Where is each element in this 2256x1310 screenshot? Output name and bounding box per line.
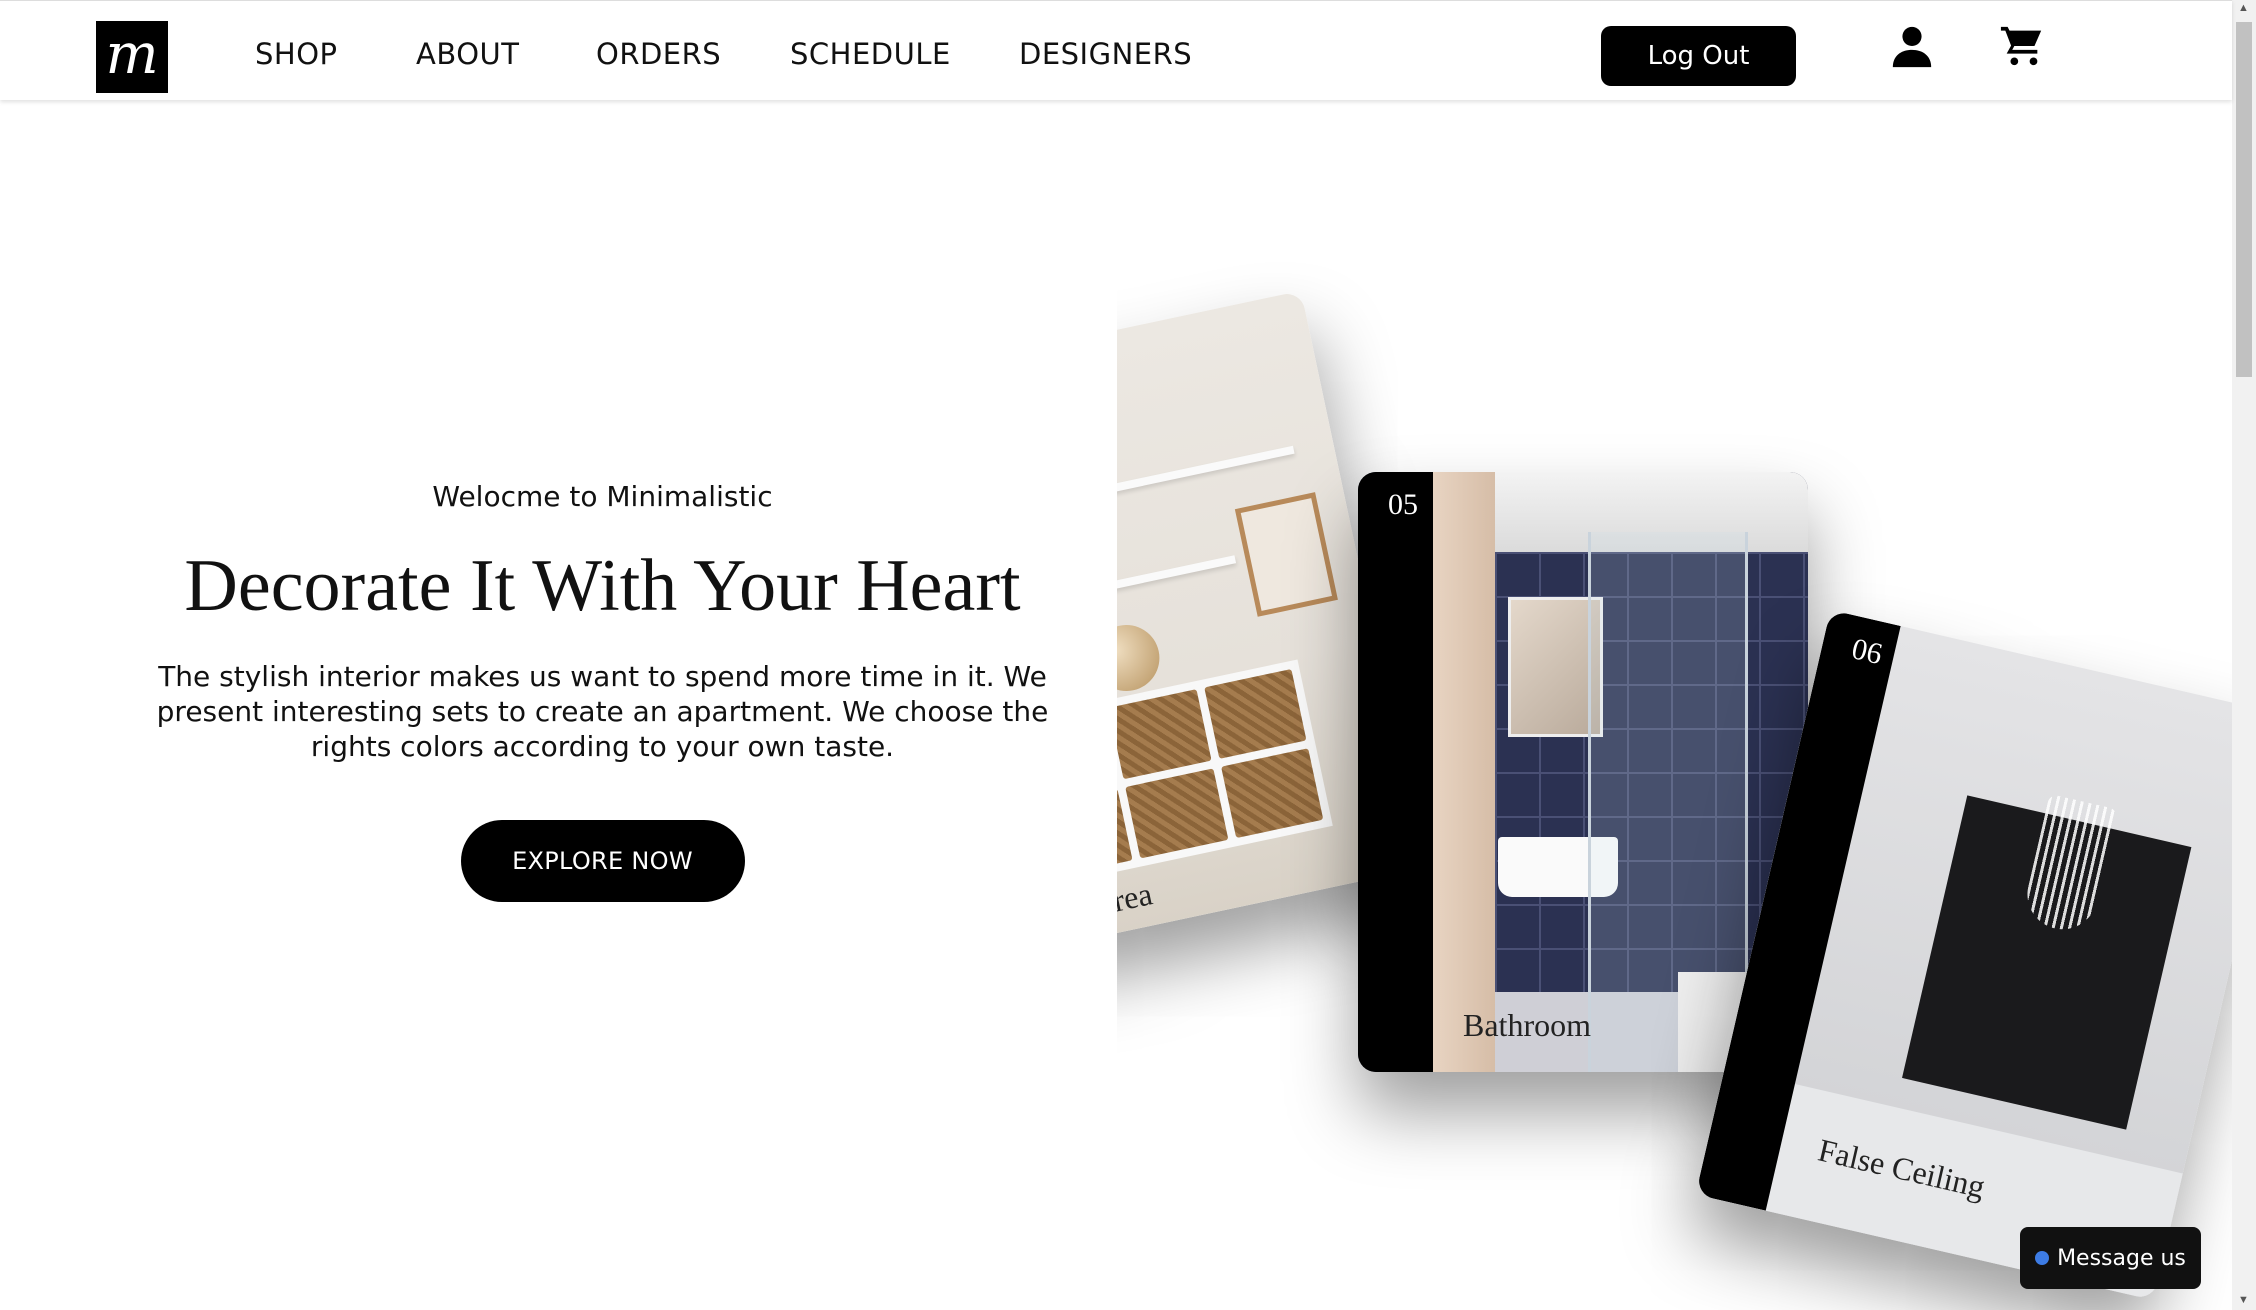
cart-icon[interactable]	[1999, 23, 2045, 69]
card-caption-kids: Kids Area	[1117, 875, 1156, 937]
message-us-button[interactable]: Message us	[2020, 1227, 2201, 1289]
kids-alphabet-poster	[1234, 492, 1338, 617]
kids-globe	[1117, 618, 1166, 698]
logout-button[interactable]: Log Out	[1601, 26, 1796, 86]
hero-kicker: Welocme to Minimalistic	[432, 480, 773, 513]
room-gallery: Kids Area 05 Bathroom 06 False Ceiling	[1117, 100, 2232, 1310]
kids-basket-shelf	[1117, 659, 1333, 889]
card-number-05: 05	[1388, 488, 1418, 521]
kids-shelf	[1117, 555, 1237, 605]
nav-shop[interactable]: SHOP	[255, 37, 338, 71]
scroll-down-arrow-icon[interactable]: ▼	[2238, 1294, 2249, 1306]
scroll-up-arrow-icon[interactable]: ▲	[2238, 2, 2249, 14]
card-caption-bathroom: Bathroom	[1463, 1007, 1591, 1043]
hero-description: The stylish interior makes us want to sp…	[156, 660, 1049, 763]
message-us-label: Message us	[2057, 1245, 2186, 1271]
hero-section: Welocme to Minimalistic Decorate It With…	[100, 480, 1105, 902]
explore-now-button[interactable]: EXPLORE NOW	[460, 820, 745, 902]
gallery-card-bathroom[interactable]: 05 Bathroom	[1358, 472, 1808, 1072]
nav-orders[interactable]: ORDERS	[596, 37, 721, 71]
nav-about[interactable]: ABOUT	[416, 37, 520, 71]
online-dot-icon	[2035, 1251, 2050, 1265]
user-icon[interactable]	[1889, 23, 1935, 69]
scroll-thumb[interactable]	[2236, 22, 2252, 377]
top-navbar: m SHOP ABOUT ORDERS SCHEDULE DESIGNERS L…	[0, 0, 2232, 100]
hero-title: Decorate It With Your Heart	[184, 545, 1021, 627]
nav-designers[interactable]: DESIGNERS	[1019, 37, 1192, 71]
nav-schedule[interactable]: SCHEDULE	[790, 37, 951, 71]
page-scrollbar[interactable]: ▲ ▼	[2232, 0, 2256, 1310]
brand-logo[interactable]: m	[96, 21, 168, 93]
